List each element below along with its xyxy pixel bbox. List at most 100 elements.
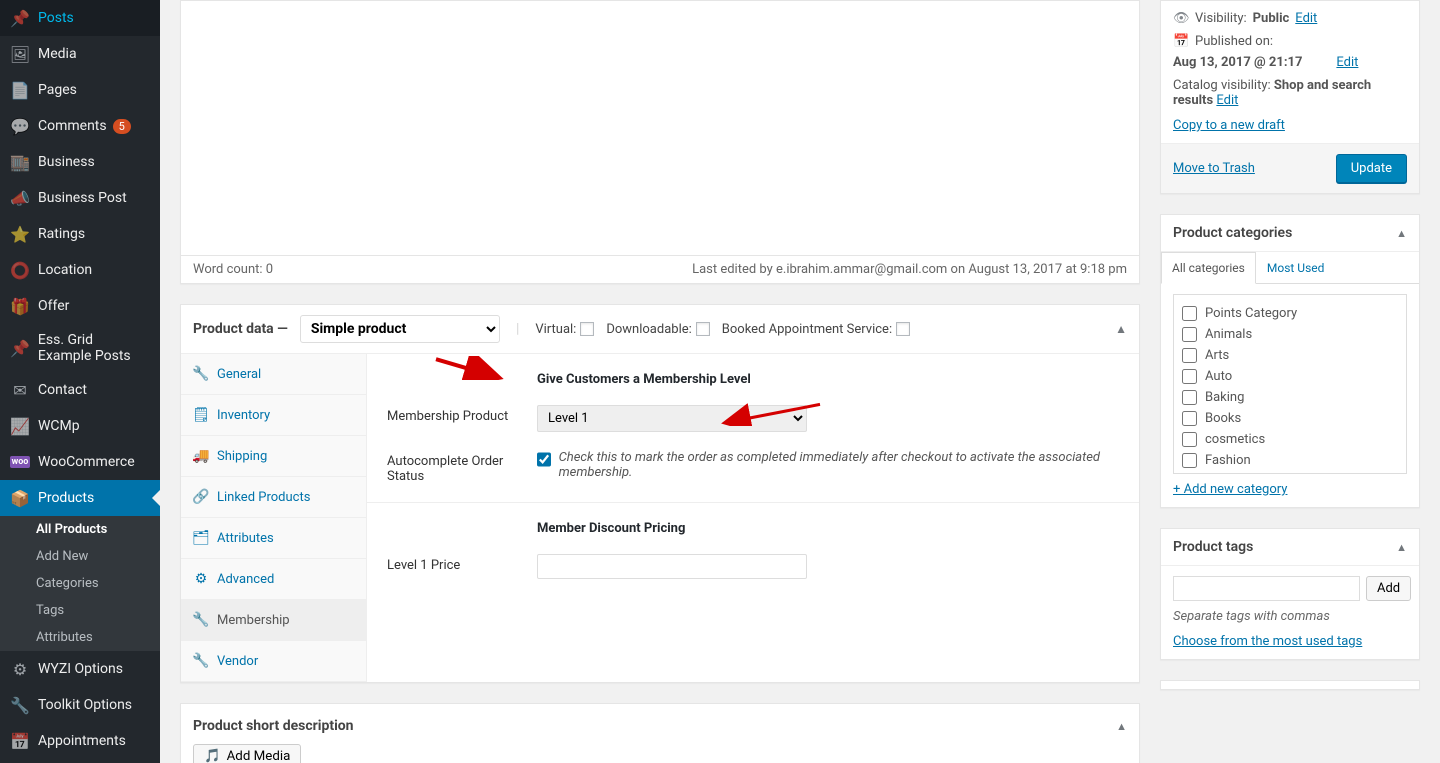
membership-level-select[interactable]: Level 1 xyxy=(537,405,807,432)
product-data-panel: Product data — Simple product | Virtual:… xyxy=(180,304,1140,683)
panel-collapse-icon[interactable]: ▲ xyxy=(1396,227,1407,240)
sidebar-item-location[interactable]: ⭕Location xyxy=(0,252,160,288)
level1-price-input[interactable] xyxy=(537,554,807,579)
product-type-select[interactable]: Simple product xyxy=(300,315,500,343)
tab-all-categories[interactable]: All categories xyxy=(1161,252,1256,284)
product-data-header: Product data — Simple product | Virtual:… xyxy=(181,305,1139,354)
product-data-tabs: 🔧General🗒Inventory🚚Shipping🔗Linked Produ… xyxy=(181,354,367,682)
publish-widget: 👁Visibility: Public Edit 📅Published on: … xyxy=(1160,0,1420,194)
category-option-fashion[interactable]: Fashion xyxy=(1182,450,1398,471)
sidebar-item-posts[interactable]: 📌Posts xyxy=(0,0,160,36)
category-option-cosmetics[interactable]: cosmetics xyxy=(1182,429,1398,450)
autocomplete-checkbox[interactable] xyxy=(537,452,551,467)
submenu-categories[interactable]: Categories xyxy=(0,570,160,597)
editor-panel: Word count: 0 Last edited by e.ibrahim.a… xyxy=(180,0,1140,284)
sidebar-item-comments[interactable]: 💬Comments5 xyxy=(0,108,160,144)
media-icon: 🖼 xyxy=(10,44,30,64)
sidebar-item-wcmp[interactable]: 📈WCMp xyxy=(0,408,160,444)
tab-most-used[interactable]: Most Used xyxy=(1256,252,1336,283)
tab-advanced[interactable]: ⚙Advanced xyxy=(181,559,366,600)
woocommerce-icon: woo xyxy=(10,452,30,472)
contact-icon: ✉ xyxy=(10,380,30,400)
edit-catalog-link[interactable]: Edit xyxy=(1216,93,1238,108)
last-edited: Last edited by e.ibrahim.ammar@gmail.com… xyxy=(692,262,1127,277)
membership-icon: 🔧 xyxy=(193,612,209,628)
move-to-trash-link[interactable]: Move to Trash xyxy=(1173,161,1255,176)
product-data-title: Product data — xyxy=(193,321,288,337)
next-widget xyxy=(1160,680,1420,690)
advanced-icon: ⚙ xyxy=(193,571,209,587)
ratings-icon: ⭐ xyxy=(10,224,30,244)
add-new-category-link[interactable]: + Add new category xyxy=(1173,482,1287,497)
panel-collapse-icon[interactable]: ▲ xyxy=(1116,720,1127,733)
sidebar-item-woocommerce[interactable]: wooWooCommerce xyxy=(0,444,160,480)
membership-product-label: Membership Product xyxy=(387,405,537,424)
business-post-icon: 📣 xyxy=(10,188,30,208)
inventory-icon: 🗒 xyxy=(193,407,209,423)
update-button[interactable]: Update xyxy=(1336,154,1407,183)
category-option-points-category[interactable]: Points Category xyxy=(1182,303,1398,324)
submenu-add-new[interactable]: Add New xyxy=(0,543,160,570)
copy-draft-link[interactable]: Copy to a new draft xyxy=(1173,118,1285,133)
virtual-toggle[interactable]: Virtual: xyxy=(535,322,594,337)
sidebar-item-appointments[interactable]: 📅Appointments xyxy=(0,723,160,759)
comments-icon: 💬 xyxy=(10,116,30,136)
autocomplete-label: Autocomplete Order Status xyxy=(387,450,537,484)
edit-visibility-link[interactable]: Edit xyxy=(1295,11,1317,26)
section-membership-level: Give Customers a Membership Level xyxy=(537,372,1119,387)
sidebar-item-pages[interactable]: 📄Pages xyxy=(0,72,160,108)
downloadable-toggle[interactable]: Downloadable: xyxy=(606,322,709,337)
category-option-animals[interactable]: Animals xyxy=(1182,324,1398,345)
business-icon: 🏬 xyxy=(10,152,30,172)
category-option-books[interactable]: Books xyxy=(1182,408,1398,429)
tag-add-button[interactable]: Add xyxy=(1366,576,1411,601)
sidebar-item-ratings[interactable]: ⭐Ratings xyxy=(0,216,160,252)
calendar-icon: 📅 xyxy=(1173,34,1189,49)
tab-vendor[interactable]: 🔧Vendor xyxy=(181,641,366,682)
admin-sidebar: 📌Posts🖼Media📄Pages💬Comments5🏬Business📣Bu… xyxy=(0,0,160,763)
tab-shipping[interactable]: 🚚Shipping xyxy=(181,436,366,477)
short-description-panel: Product short description ▲ 🎵 Add Media xyxy=(180,703,1140,763)
edit-date-link[interactable]: Edit xyxy=(1336,55,1358,70)
tags-hint: Separate tags with commas xyxy=(1173,609,1407,624)
sidebar-item-toolkit-options[interactable]: 🔧Toolkit Options xyxy=(0,687,160,723)
category-option-auto[interactable]: Auto xyxy=(1182,366,1398,387)
appointments-icon: 📅 xyxy=(10,731,30,751)
offer-icon: 🎁 xyxy=(10,296,30,316)
pages-icon: 📄 xyxy=(10,80,30,100)
annotation-arrow-icon xyxy=(423,356,513,380)
sidebar-item-products[interactable]: 📦Products xyxy=(0,480,160,516)
tab-linked-products[interactable]: 🔗Linked Products xyxy=(181,477,366,518)
choose-tags-link[interactable]: Choose from the most used tags xyxy=(1173,634,1362,649)
sidebar-item-contact[interactable]: ✉Contact xyxy=(0,372,160,408)
wcmp-icon: 📈 xyxy=(10,416,30,436)
sidebar-item-business-post[interactable]: 📣Business Post xyxy=(0,180,160,216)
shipping-icon: 🚚 xyxy=(193,448,209,464)
section-discount-pricing: Member Discount Pricing xyxy=(537,521,1119,536)
sidebar-item-media[interactable]: 🖼Media xyxy=(0,36,160,72)
submenu-all-products[interactable]: All Products xyxy=(0,516,160,543)
sidebar-item-business[interactable]: 🏬Business xyxy=(0,144,160,180)
content-editor[interactable] xyxy=(181,1,1139,256)
tab-attributes[interactable]: 🗂Attributes xyxy=(181,518,366,559)
toolkit-options-icon: 🔧 xyxy=(10,695,30,715)
tab-inventory[interactable]: 🗒Inventory xyxy=(181,395,366,436)
sidebar-item-ess-grid-example-posts[interactable]: 📌Ess. Grid Example Posts xyxy=(0,324,160,372)
sidebar-item-wyzi-options[interactable]: ⚙WYZI Options xyxy=(0,651,160,687)
tags-widget: Product tags▲ Add Separate tags with com… xyxy=(1160,528,1420,660)
submenu-attributes[interactable]: Attributes xyxy=(0,624,160,651)
comment-count-badge: 5 xyxy=(113,119,131,134)
category-option-baking[interactable]: Baking xyxy=(1182,387,1398,408)
tag-input[interactable] xyxy=(1173,576,1360,601)
tab-membership[interactable]: 🔧Membership xyxy=(181,600,366,641)
camera-icon: 🎵 xyxy=(204,749,221,763)
submenu-tags[interactable]: Tags xyxy=(0,597,160,624)
booked-toggle[interactable]: Booked Appointment Service: xyxy=(722,322,910,337)
panel-collapse-icon[interactable]: ▲ xyxy=(1396,541,1407,554)
category-option-arts[interactable]: Arts xyxy=(1182,345,1398,366)
tab-general[interactable]: 🔧General xyxy=(181,354,366,395)
add-media-button[interactable]: 🎵 Add Media xyxy=(193,744,301,763)
products-icon: 📦 xyxy=(10,488,30,508)
panel-collapse-icon[interactable]: ▲ xyxy=(1115,322,1127,336)
sidebar-item-offer[interactable]: 🎁Offer xyxy=(0,288,160,324)
